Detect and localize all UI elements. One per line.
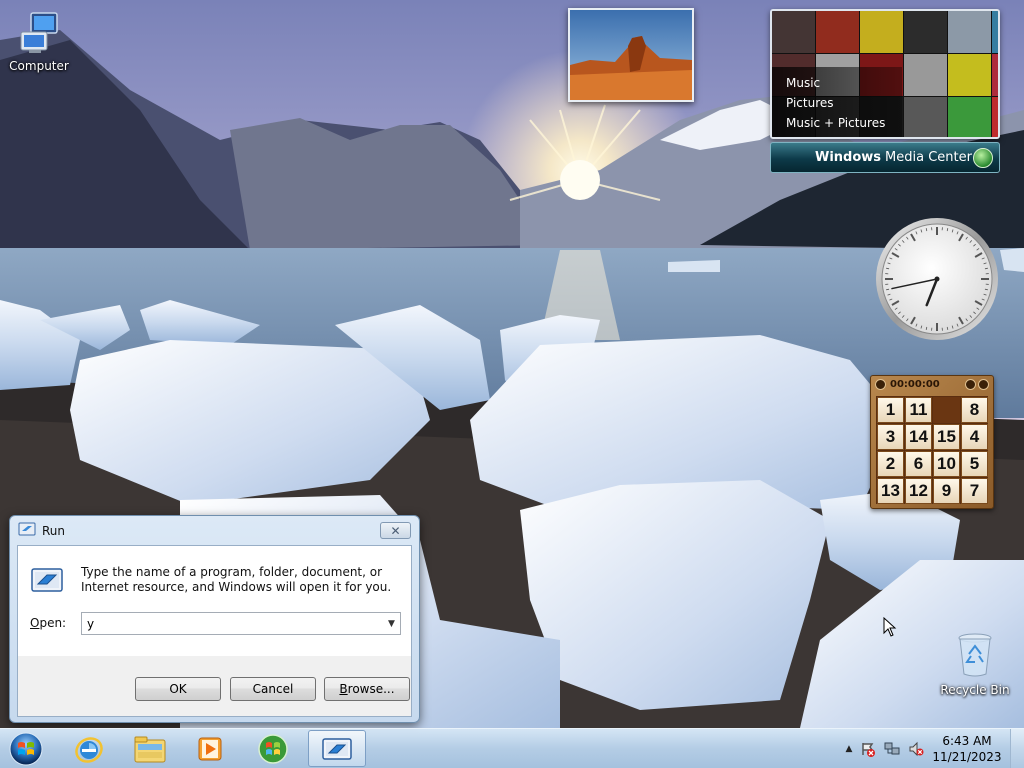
ok-button[interactable]: OK [135, 677, 221, 701]
puzzle-empty-slot[interactable] [933, 397, 960, 423]
puzzle-tile[interactable]: 10 [933, 451, 960, 477]
puzzle-tile[interactable]: 14 [905, 424, 932, 450]
open-combobox[interactable]: ▼ [81, 612, 401, 635]
computer-icon [1, 10, 77, 57]
run-program-icon [31, 568, 63, 595]
open-label-text: pen: [39, 616, 67, 630]
puzzle-timer: 00:00:00 [890, 379, 940, 390]
puzzle-tile[interactable]: 5 [961, 451, 988, 477]
puzzle-tile[interactable]: 13 [877, 478, 904, 504]
close-icon: ✕ [390, 523, 401, 538]
cancel-button[interactable]: Cancel [230, 677, 316, 701]
show-desktop-button[interactable] [1010, 729, 1024, 768]
taskbar-run[interactable] [308, 730, 366, 767]
picture-puzzle-gadget[interactable]: 00:00:00 1 11 8 3 14 15 4 2 6 10 5 13 12 9 7 [870, 375, 994, 509]
media-center-menu-music[interactable]: Music [786, 73, 902, 93]
analog-clock-face [876, 218, 998, 340]
run-icon [322, 737, 352, 760]
taskbar-file-explorer[interactable] [121, 730, 179, 767]
puzzle-tile[interactable]: 11 [905, 397, 932, 423]
close-button[interactable]: ✕ [380, 522, 411, 539]
puzzle-tile[interactable]: 3 [877, 424, 904, 450]
desktop-icon-recycle-bin[interactable]: Recycle Bin [937, 632, 1013, 697]
media-center-brand-bar[interactable]: Windows Media Center [770, 142, 1000, 173]
show-hidden-icons-button[interactable]: ▲ [842, 744, 856, 754]
browse-button[interactable]: Browse... [324, 677, 410, 701]
media-center-menu: Music Pictures Music + Pictures [772, 67, 902, 137]
taskbar: ▲ 6:43 AM 11/21/2023 [0, 728, 1024, 768]
puzzle-tile[interactable]: 6 [905, 451, 932, 477]
taskbar-internet-explorer[interactable] [60, 730, 118, 767]
puzzle-tile[interactable]: 4 [961, 424, 988, 450]
media-center-brand-bold: Windows [815, 150, 882, 165]
browse-accelerator: B [339, 682, 348, 696]
puzzle-tile[interactable]: 15 [933, 424, 960, 450]
clock-time: 6:43 AM [942, 734, 992, 748]
recycle-bin-icon [937, 632, 1013, 681]
media-center-tiles: Music Pictures Music + Pictures [770, 9, 1000, 139]
browse-label: rowse... [347, 682, 395, 696]
taskbar-media-player[interactable] [181, 730, 239, 767]
puzzle-header: 00:00:00 [871, 376, 993, 393]
media-center-menu-music-pictures[interactable]: Music + Pictures [786, 113, 902, 133]
puzzle-board: 1 11 8 3 14 15 4 2 6 10 5 13 12 9 7 [876, 396, 988, 504]
open-input[interactable] [82, 613, 383, 634]
clock-date: 11/21/2023 [932, 750, 1002, 764]
slideshow-gadget[interactable] [568, 8, 694, 102]
notification-area: ▲ 6:43 AM 11/21/2023 [842, 729, 1024, 768]
windows-orb-icon [973, 148, 993, 168]
taskbar-media-center[interactable] [244, 730, 302, 767]
mouse-cursor-icon [883, 616, 897, 640]
open-label: Open: [30, 616, 66, 630]
start-button[interactable] [6, 730, 46, 768]
internet-explorer-icon [75, 736, 103, 763]
desktop-icon-label: Computer [9, 59, 69, 73]
puzzle-tile[interactable]: 8 [961, 397, 988, 423]
slideshow-photo [570, 10, 692, 100]
network-icon[interactable] [882, 739, 902, 759]
desktop-icon-computer[interactable]: Computer [1, 10, 77, 73]
puzzle-timer-icon [875, 379, 886, 390]
windows-start-orb-icon [9, 732, 43, 766]
media-center-menu-pictures[interactable]: Pictures [786, 93, 902, 113]
media-center-icon [258, 733, 288, 764]
clock-gadget[interactable] [874, 216, 1000, 342]
run-dialog-titlebar[interactable]: Run [10, 516, 419, 545]
puzzle-tile[interactable]: 1 [877, 397, 904, 423]
run-icon [18, 522, 36, 539]
puzzle-tile[interactable]: 7 [961, 478, 988, 504]
volume-muted-icon[interactable] [906, 739, 926, 759]
action-center-icon[interactable] [858, 739, 878, 759]
run-dialog-description: Type the name of a program, folder, docu… [81, 565, 392, 594]
puzzle-tile[interactable]: 9 [933, 478, 960, 504]
puzzle-tile[interactable]: 12 [905, 478, 932, 504]
taskbar-clock[interactable]: 6:43 AM 11/21/2023 [928, 733, 1006, 765]
run-dialog-title: Run [42, 523, 66, 538]
run-dialog-body: Type the name of a program, folder, docu… [17, 545, 412, 717]
chevron-down-icon[interactable]: ▼ [383, 613, 400, 634]
puzzle-tile[interactable]: 2 [877, 451, 904, 477]
desktop-icon-label: Recycle Bin [940, 683, 1010, 697]
media-center-gadget[interactable]: Music Pictures Music + Pictures Windows … [770, 9, 1000, 173]
run-dialog: Run ✕ Type the name of a program, folder… [9, 515, 420, 723]
puzzle-help-icon[interactable] [965, 379, 976, 390]
file-explorer-icon [134, 736, 166, 762]
media-center-brand-rest: Media Center [885, 150, 972, 165]
media-player-icon [198, 737, 222, 760]
puzzle-solve-icon[interactable] [978, 379, 989, 390]
